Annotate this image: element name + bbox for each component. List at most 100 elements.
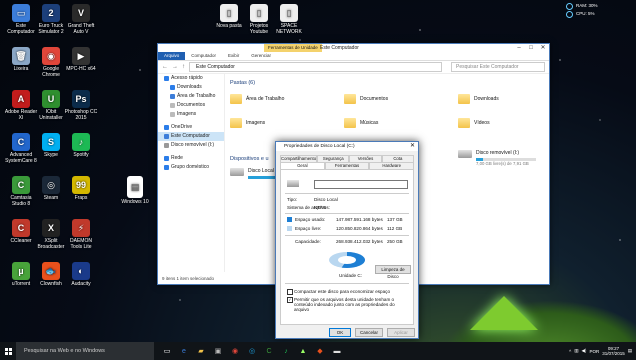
explorer-titlebar[interactable]: Ferramentas de Unidade Este Computador –… bbox=[158, 44, 549, 52]
desktop-icon[interactable]: Ps Photoshop CC 2015 bbox=[64, 90, 98, 121]
close-button[interactable]: ✕ bbox=[537, 44, 549, 52]
task-view-icon[interactable]: ▭ bbox=[160, 344, 174, 358]
show-hidden-icons-icon[interactable]: ^ bbox=[569, 349, 571, 354]
ok-button[interactable]: OK bbox=[329, 328, 351, 337]
tab-seguranca[interactable]: Segurança bbox=[317, 155, 350, 162]
ribbon-tab-computador[interactable]: Computador bbox=[185, 52, 222, 60]
edge-icon[interactable]: e bbox=[177, 344, 191, 358]
close-icon[interactable]: ✕ bbox=[410, 142, 415, 151]
sidebar-item[interactable]: Grupo doméstico bbox=[158, 163, 224, 172]
free-space-bytes: 120.850.820.864 bytes bbox=[336, 226, 383, 231]
notifications-icon[interactable]: ▤ bbox=[628, 348, 632, 354]
desktop-icon[interactable]: V Grand Theft Auto V bbox=[64, 4, 98, 35]
desktop-icon[interactable]: 99 Fraps bbox=[64, 176, 98, 201]
folder-item[interactable]: Downloads bbox=[458, 94, 499, 104]
desktop-folder-projetos[interactable]: ▯ Projetos Youtube bbox=[242, 4, 276, 35]
minimize-button[interactable]: – bbox=[513, 44, 525, 52]
general-panel: Tipo: Disco Local Sistema de arquivos: N… bbox=[280, 169, 414, 325]
contextual-tab[interactable]: Ferramentas de Unidade bbox=[264, 44, 322, 52]
disk-cleanup-button[interactable]: Limpeza de Disco bbox=[375, 265, 411, 279]
system-tray: ^ ▥ ◀) POR 09:27 31/07/2015 ▤ bbox=[569, 346, 636, 356]
clownfish-icon[interactable]: ◆ bbox=[313, 344, 327, 358]
drive-name-input[interactable] bbox=[314, 180, 408, 189]
sidebar-item[interactable]: Este Computador bbox=[158, 132, 224, 141]
folder-label: Documentos bbox=[360, 96, 389, 102]
desktop-folder-space-network[interactable]: ▯ SPACE NETWORK bbox=[272, 4, 306, 35]
folder-item[interactable]: Músicas bbox=[344, 118, 378, 128]
tab-versoes-anteriores[interactable]: Versões Anteriores bbox=[349, 155, 382, 167]
sidebar-item[interactable]: Imagens bbox=[158, 110, 224, 119]
tab-ferramentas[interactable]: Ferramentas bbox=[324, 162, 370, 169]
desktop-icon[interactable]: ▶ MPC-HC x64 bbox=[64, 47, 98, 72]
address-bar[interactable]: Este Computador bbox=[189, 62, 442, 72]
desktop-icon[interactable]: C CCleaner bbox=[4, 219, 38, 244]
desktop-icon[interactable]: S Skype bbox=[34, 133, 68, 158]
clock[interactable]: 09:27 31/07/2015 bbox=[602, 346, 625, 356]
maximize-button[interactable]: □ bbox=[525, 44, 537, 52]
language-indicator[interactable]: POR bbox=[589, 349, 599, 354]
folder-item[interactable]: Área de Trabalho bbox=[230, 94, 284, 104]
sidebar-item[interactable]: Downloads bbox=[158, 83, 224, 92]
desktop-icon[interactable]: ♪ Spotify bbox=[64, 133, 98, 158]
folder-item[interactable]: Imagens bbox=[230, 118, 265, 128]
desktop-icon[interactable]: U IObit Uninstaller bbox=[34, 90, 68, 121]
desktop-icon[interactable]: ▭ Este Computador bbox=[4, 4, 38, 35]
sidebar-item[interactable]: Documentos bbox=[158, 101, 224, 110]
desktop-icon[interactable]: 🗑 Lixeira bbox=[4, 47, 38, 72]
desktop-folder-nova-pasta[interactable]: ▯ Nova pasta bbox=[212, 4, 246, 29]
taskbar-search-input[interactable]: Pesquisar na Web e no Windows bbox=[16, 342, 154, 360]
up-arrow-icon[interactable]: ↑ bbox=[182, 64, 185, 70]
tab-hardware[interactable]: Hardware bbox=[369, 162, 415, 169]
search-input[interactable]: Pesquisar Este Computador bbox=[451, 62, 545, 72]
file-explorer-icon[interactable]: ▰ bbox=[194, 344, 208, 358]
drive-i[interactable]: Disco removível (I:) 7,00 GB livre(s) de… bbox=[458, 150, 536, 166]
folder-item[interactable]: Documentos bbox=[344, 94, 388, 104]
tab-geral[interactable]: Geral bbox=[280, 162, 325, 169]
store-icon[interactable]: ▣ bbox=[211, 344, 225, 358]
folders-header[interactable]: Pastas (6) bbox=[230, 80, 549, 86]
desktop-icon[interactable]: ⚡ DAEMON Tools Lite bbox=[64, 219, 98, 250]
cancel-button[interactable]: Cancelar bbox=[355, 328, 383, 337]
camtasia-icon[interactable]: C bbox=[262, 344, 276, 358]
desktop-icon[interactable]: ◎ Steam bbox=[34, 176, 68, 201]
spotify-icon[interactable]: ♪ bbox=[279, 344, 293, 358]
desktop-icon-label: Spotify bbox=[73, 152, 89, 158]
start-button[interactable] bbox=[0, 342, 16, 360]
sidebar-item[interactable]: Acesso rápido bbox=[158, 74, 224, 83]
steam-icon[interactable]: ◎ bbox=[245, 344, 259, 358]
desktop-icon[interactable]: 🐟 Clownfish bbox=[34, 262, 68, 287]
desktop-icon[interactable]: ◉ Google Chrome bbox=[34, 47, 68, 78]
desktop-icon[interactable]: C Advanced SystemCare 8 bbox=[4, 133, 38, 164]
desktop-file-windows10[interactable]: ▤ Windows 10 bbox=[118, 176, 152, 205]
sidebar-item[interactable]: Rede bbox=[158, 154, 224, 163]
drive-icon[interactable]: ▬ bbox=[330, 344, 344, 358]
dialog-titlebar[interactable]: Propriedades de Disco Local (C:) ✕ bbox=[276, 142, 418, 151]
desktop-icon[interactable]: ◐ Audacity bbox=[64, 262, 98, 287]
folder-item[interactable]: Vídeos bbox=[458, 118, 490, 128]
index-checkbox[interactable]: ✓ bbox=[287, 297, 293, 303]
sidebar-item[interactable]: Disco removível (I:) bbox=[158, 141, 224, 150]
desktop-icon[interactable]: A Adobe Reader XI bbox=[4, 90, 38, 121]
devices-header[interactable]: Dispositivos e u bbox=[230, 156, 269, 162]
sidebar-item[interactable]: Área de Trabalho bbox=[158, 92, 224, 101]
compress-checkbox[interactable] bbox=[287, 289, 293, 295]
desktop-icon[interactable]: X XSplit Broadcaster bbox=[34, 219, 68, 250]
tab-cota[interactable]: Cota bbox=[381, 155, 414, 162]
ribbon-tab-arquivo[interactable]: Arquivo bbox=[158, 52, 186, 60]
forward-arrow-icon[interactable]: → bbox=[172, 64, 178, 70]
desktop-icon-label: IObit Uninstaller bbox=[39, 109, 63, 121]
back-arrow-icon[interactable]: ← bbox=[162, 64, 168, 70]
ribbon-tab-exibir[interactable]: Exibir bbox=[222, 52, 245, 60]
volume-icon[interactable]: ◀) bbox=[581, 348, 586, 354]
sidebar-item[interactable]: OneDrive bbox=[158, 123, 224, 132]
ribbon-tab-gerenciar[interactable]: Gerenciar bbox=[245, 52, 277, 60]
desktop-icon[interactable]: µ uTorrent bbox=[4, 262, 38, 287]
apply-button[interactable]: Aplicar bbox=[387, 328, 415, 337]
network-icon[interactable]: ▥ bbox=[574, 348, 578, 354]
desktop-icon[interactable]: 2 Euro Truck Simulator 2 bbox=[34, 4, 68, 35]
desktop-icon[interactable]: C Camtasia Studio 8 bbox=[4, 176, 38, 207]
app-icon[interactable]: ▲ bbox=[296, 344, 310, 358]
chrome-icon[interactable]: ◉ bbox=[228, 344, 242, 358]
free-space-label: Espaço livre: bbox=[295, 226, 322, 231]
tab-compartilhamento[interactable]: Compartilhamento bbox=[280, 155, 318, 162]
